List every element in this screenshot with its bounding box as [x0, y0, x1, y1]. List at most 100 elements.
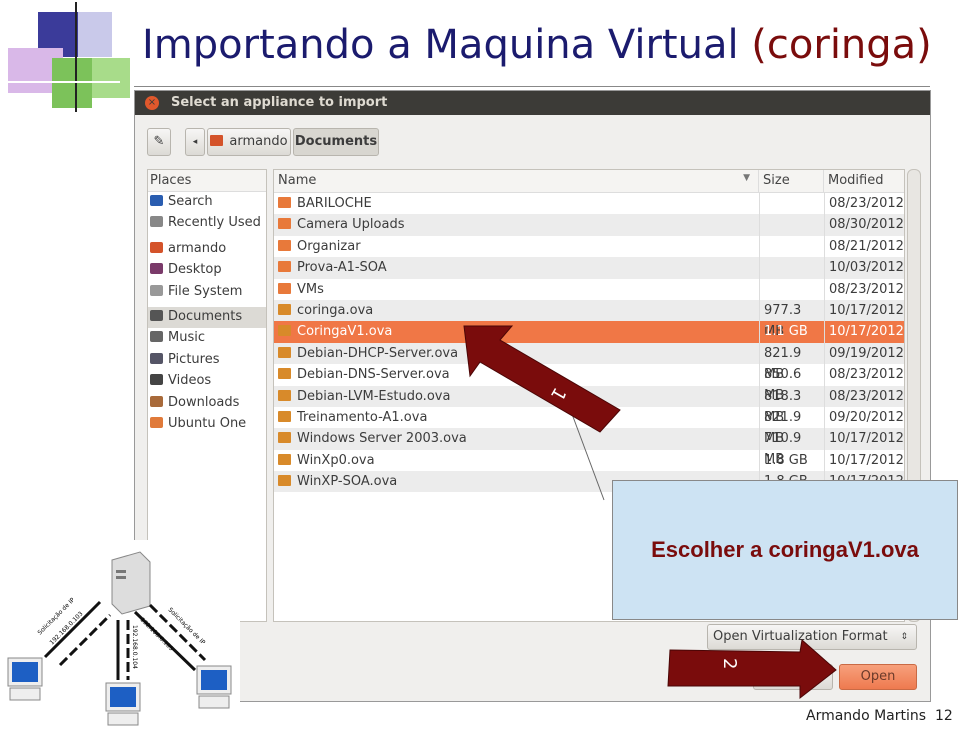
file-row[interactable]: Debian-DNS-Server.ova 850.6 MB 08/23/2012 [274, 364, 904, 403]
package-icon [278, 325, 291, 337]
column-name[interactable]: Name ▼ [274, 170, 759, 192]
file-size: 710.9 MB [759, 428, 824, 467]
package-icon [278, 453, 291, 465]
pictures-icon [150, 352, 163, 364]
place-desktop[interactable]: Desktop [148, 260, 266, 281]
place-label: Ubuntu One [168, 415, 247, 431]
file-row[interactable]: CoringaV1.ova 1.1 GB 10/17/2012 [274, 321, 904, 343]
filter-select[interactable]: Open Virtualization Format ⇕ [707, 624, 917, 650]
package-icon [278, 389, 291, 401]
open-button[interactable]: Open [839, 664, 917, 690]
file-name: BARILOCHE [297, 196, 372, 211]
file-size: 850.6 MB [759, 364, 824, 403]
package-icon [278, 432, 291, 444]
callout-box: Escolher a coringaV1.ova [612, 480, 958, 620]
place-label: Documents [168, 308, 243, 324]
computer-icon-right [196, 665, 232, 709]
slide-logo [0, 2, 130, 112]
clock-icon [150, 216, 163, 228]
page-number: 12 [934, 708, 953, 724]
file-modified: 08/23/2012 [824, 385, 904, 407]
place-label: File System [168, 283, 243, 299]
pencil-icon: ✎ [153, 134, 165, 149]
file-modified: 08/23/2012 [824, 193, 904, 215]
file-row[interactable]: Windows Server 2003.ova 710.9 MB 10/17/201… [274, 428, 904, 467]
breadcrumb-label: Documents [294, 134, 378, 149]
file-size: 818.3 MB [759, 385, 824, 425]
place-ubuntu-one[interactable]: Ubuntu One [148, 414, 266, 435]
file-row[interactable]: Treinamento-A1.ova 821.9 MB 09/20/2012 [274, 406, 904, 446]
place-armando[interactable]: armando [148, 239, 266, 260]
file-row[interactable]: Organizar 08/21/2012 [274, 235, 904, 258]
package-icon [278, 368, 291, 380]
file-name: Debian-DNS-Server.ova [297, 367, 450, 383]
file-row[interactable]: WinXp0.ova 1.8 GB 10/17/2012 [274, 449, 904, 472]
place-documents[interactable]: Documents [148, 306, 266, 329]
breadcrumb-armando[interactable]: armando [207, 128, 291, 156]
documents-icon [150, 309, 163, 321]
dialog-title: Select an appliance to import [135, 91, 930, 115]
place-search[interactable]: Search [148, 192, 266, 213]
home-folder-icon [150, 241, 163, 253]
edit-location-button[interactable]: ✎ [147, 128, 171, 156]
file-modified: 08/30/2012 [824, 214, 904, 236]
slide-footer: Armando Martins 12 [806, 708, 953, 724]
file-size: 977.3 MB [759, 299, 824, 339]
file-row[interactable]: BARILOCHE 08/23/2012 [274, 193, 904, 215]
file-modified: 10/17/2012 [824, 449, 904, 472]
folder-icon [278, 261, 291, 273]
place-label: Music [168, 330, 205, 346]
search-icon [150, 195, 163, 206]
file-row[interactable]: Debian-LVM-Estudo.ova 818.3 MB 08/23/2012 [274, 385, 904, 425]
place-label: Videos [168, 373, 212, 389]
file-name: Organizar [297, 238, 361, 254]
place-recently-used[interactable]: Recently Used [148, 213, 266, 234]
folder-icon [150, 416, 163, 428]
place-file-system[interactable]: File System [148, 282, 266, 303]
cancel-button[interactable] [753, 664, 833, 690]
file-size [759, 193, 824, 215]
place-label: Recently Used [168, 215, 261, 231]
file-row[interactable]: coringa.ova 977.3 MB 10/17/2012 [274, 299, 904, 339]
footer-author: Armando Martins [806, 708, 927, 724]
file-row[interactable]: Prova-A1-SOA 10/03/2012 [274, 257, 904, 279]
place-label: Downloads [168, 394, 240, 410]
column-modified[interactable]: Modified [824, 170, 904, 192]
file-modified: 08/23/2012 [824, 278, 904, 300]
file-row[interactable]: VMs 08/23/2012 [274, 278, 904, 300]
network-diagram: 192.168.0.103 Solicitação de IP 192.168.… [0, 540, 240, 731]
file-name: Debian-LVM-Estudo.ova [297, 388, 451, 404]
file-name: Prova-A1-SOA [297, 260, 387, 276]
breadcrumb-documents[interactable]: Documents [293, 128, 379, 156]
slide-title: Importando a Maquina Virtual (coringa) [142, 22, 932, 68]
back-button[interactable]: ◂ [185, 128, 205, 156]
file-modified: 09/20/2012 [824, 406, 904, 429]
place-videos[interactable]: Videos [148, 371, 266, 392]
file-name: coringa.ova [297, 302, 374, 318]
computer-icon-center [105, 682, 141, 726]
file-name: WinXp0.ova [297, 452, 375, 468]
file-size [759, 235, 824, 258]
file-size: 821.9 MB [759, 342, 824, 382]
file-name: VMs [297, 281, 324, 297]
ip-label-3: 192.168.0.105 [139, 616, 175, 652]
close-icon[interactable]: × [145, 96, 159, 110]
link-left [43, 600, 102, 659]
place-downloads[interactable]: Downloads [148, 393, 266, 414]
file-name: WinXP-SOA.ova [297, 474, 398, 490]
file-size: 1.1 GB [759, 321, 824, 343]
sort-down-icon: ▼ [743, 173, 750, 183]
drive-icon [150, 284, 163, 296]
file-size: 1.8 GB [759, 449, 824, 472]
title-divider [134, 86, 930, 87]
place-pictures[interactable]: Pictures [148, 350, 266, 371]
column-size[interactable]: Size [759, 170, 824, 192]
file-name: Treinamento-A1.ova [297, 409, 428, 425]
file-size [759, 214, 824, 236]
file-row[interactable]: Camera Uploads 08/30/2012 [274, 214, 904, 236]
file-row[interactable]: Debian-DHCP-Server.ova 821.9 MB 09/19/2012 [274, 342, 904, 382]
home-folder-icon [210, 135, 224, 146]
place-music[interactable]: Music [148, 328, 266, 349]
file-modified: 08/23/2012 [824, 364, 904, 386]
file-modified: 10/03/2012 [824, 257, 904, 279]
